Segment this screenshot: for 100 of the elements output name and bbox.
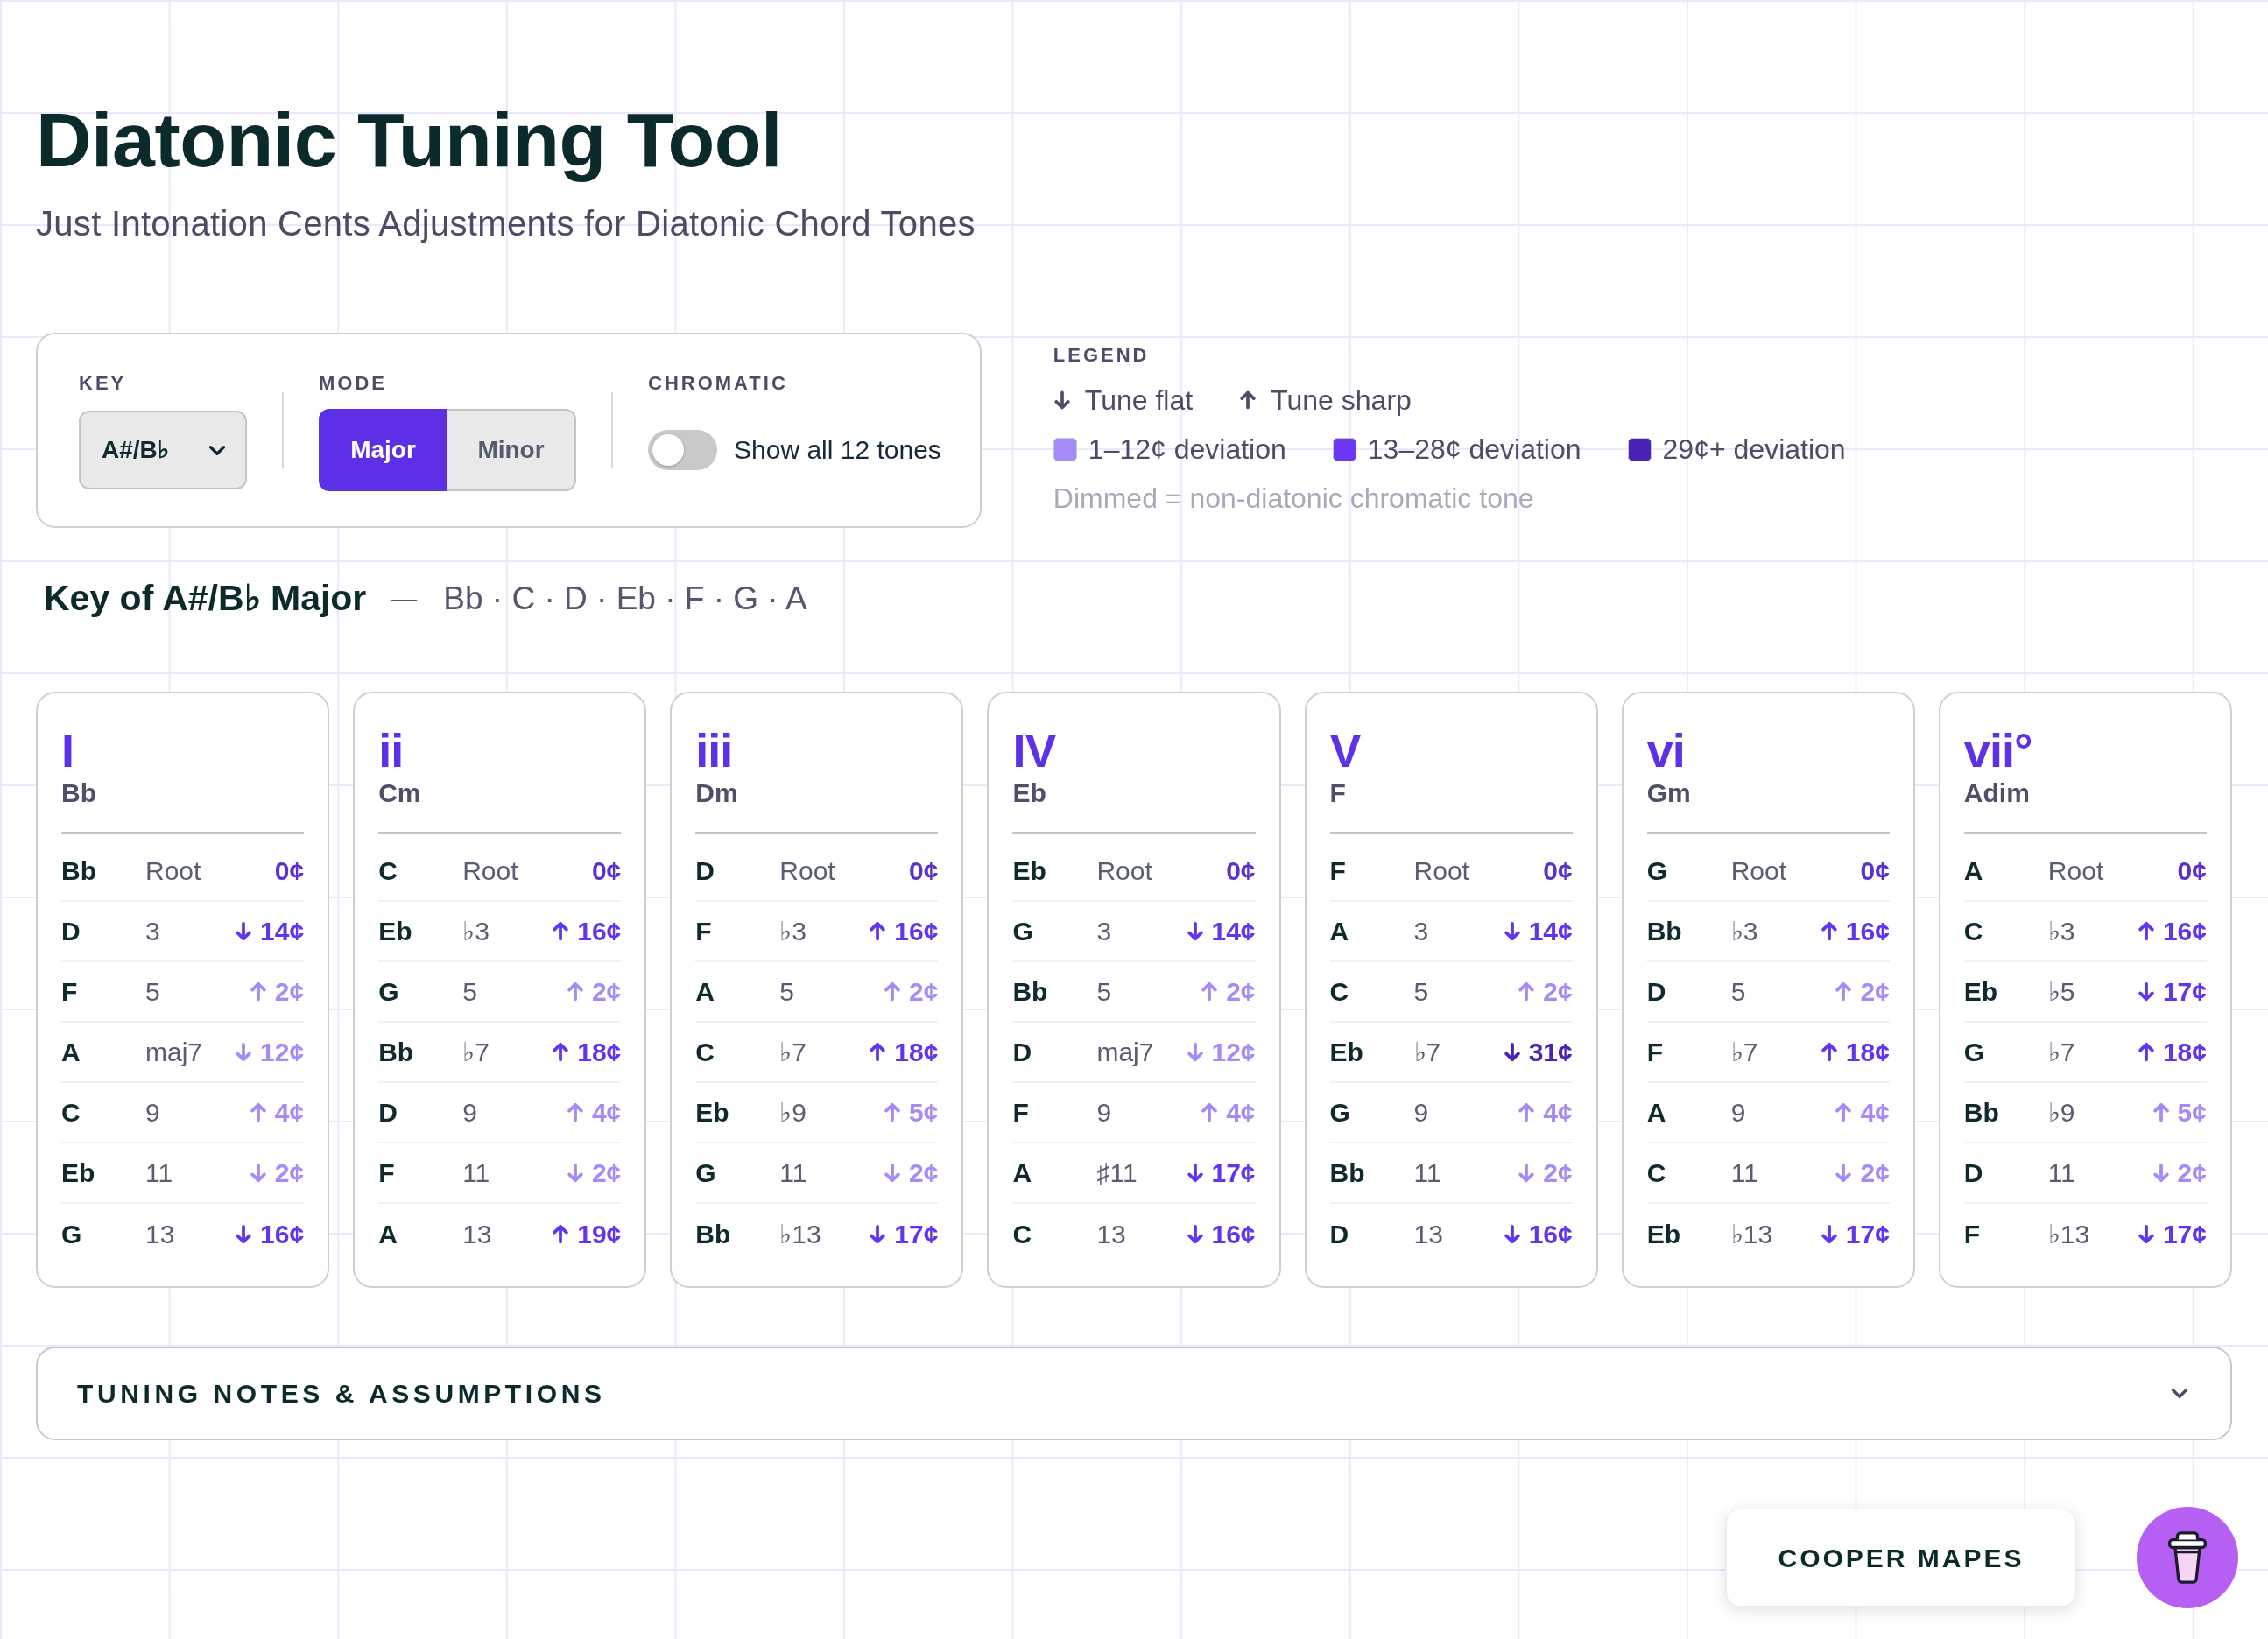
note-name: C	[1646, 1159, 1666, 1186]
chord-name: F	[1329, 780, 1346, 806]
mode-option[interactable]: Minor	[447, 409, 576, 491]
note-name: A	[378, 1220, 398, 1248]
chord-name: Cm	[378, 780, 421, 806]
interval-label: maj7	[145, 1038, 203, 1066]
notes-accordion[interactable]: TUNING NOTES & ASSUMPTIONS	[36, 1347, 2232, 1440]
cents-value: 5¢	[909, 1099, 939, 1126]
interval-label: 3	[145, 918, 160, 945]
cents-value: 2¢	[274, 978, 305, 1005]
scale-notes: Bb · C · D · Eb · F · G · A	[443, 582, 807, 615]
note-name: C	[1012, 1220, 1032, 1248]
interval-label: ♭7	[779, 1038, 806, 1066]
cents-value: 4¢	[1543, 1099, 1573, 1126]
note-name: Bb	[1646, 918, 1682, 945]
cup-icon	[2167, 1531, 2208, 1584]
mode-option[interactable]: Major	[319, 409, 447, 491]
interval-label: 11	[462, 1159, 490, 1186]
note-name: F	[1329, 857, 1346, 884]
note-name: F	[378, 1159, 395, 1186]
cents-value: 18¢	[577, 1038, 622, 1066]
interval-label: 9	[462, 1099, 477, 1126]
interval-label: Root	[145, 857, 201, 884]
interval-label: ♭3	[1730, 918, 1758, 945]
interval-label: ♭7	[2047, 1038, 2075, 1066]
roman-numeral: V	[1329, 727, 1361, 774]
chevron-down-icon	[2171, 1388, 2188, 1399]
cents-value: 31¢	[1528, 1038, 1573, 1066]
legend-title: LEGEND	[1053, 346, 1150, 365]
roman-numeral: IV	[1012, 727, 1056, 774]
note-name: D	[1646, 978, 1666, 1005]
roman-numeral: iii	[695, 727, 733, 774]
cents-value: 4¢	[591, 1099, 622, 1126]
note-name: D	[61, 918, 81, 945]
cents-value: 0¢	[591, 857, 622, 884]
key-label: KEY	[79, 374, 127, 393]
mode-label: MODE	[319, 374, 387, 393]
key-select[interactable]: A#/B♭	[79, 411, 247, 489]
interval-label: 13	[1096, 1220, 1126, 1248]
key-heading: Key of A#/B♭ Major	[44, 580, 367, 616]
legend-label: 13–28¢ deviation	[1367, 435, 1581, 463]
cents-value: 19¢	[577, 1220, 622, 1248]
note-name: Bb	[1963, 1099, 1999, 1126]
cents-value: 2¢	[1226, 978, 1256, 1005]
cents-value: 2¢	[591, 1159, 622, 1186]
interval-label: ♭7	[462, 1038, 490, 1066]
interval-label: ♭13	[779, 1220, 821, 1248]
interval-label: 13	[462, 1220, 492, 1248]
cents-value: 17¢	[894, 1220, 939, 1248]
interval-label: ♭3	[779, 918, 806, 945]
chord-name: Dm	[695, 780, 738, 806]
note-name: A	[695, 978, 715, 1005]
cents-value: 16¢	[2162, 918, 2207, 945]
cents-value: 2¢	[1860, 1159, 1890, 1186]
toggle-label: Show all 12 tones	[734, 437, 941, 463]
roman-numeral: vi	[1646, 727, 1685, 774]
note-name: F	[1012, 1099, 1029, 1126]
interval-label: Root	[1096, 857, 1152, 884]
cents-value: 14¢	[260, 918, 305, 945]
note-name: C	[61, 1099, 81, 1126]
note-name: G	[1329, 1099, 1350, 1126]
note-name: D	[1329, 1220, 1349, 1248]
cents-value: 0¢	[274, 857, 305, 884]
interval-label: Root	[2047, 857, 2104, 884]
cents-value: 2¢	[1860, 978, 1890, 1005]
interval-label: 5	[1413, 978, 1429, 1005]
note-name: Eb	[378, 918, 412, 945]
cents-value: 16¢	[577, 918, 622, 945]
interval-label: 9	[1413, 1099, 1429, 1126]
interval-label: 13	[1413, 1220, 1443, 1248]
cents-value: 18¢	[1845, 1038, 1890, 1066]
chord-name: Bb	[61, 780, 96, 806]
credit-link[interactable]: COOPER MAPES	[1726, 1509, 2076, 1607]
cents-value: 4¢	[1860, 1099, 1890, 1126]
note-name: G	[695, 1159, 716, 1186]
cents-value: 16¢	[1528, 1220, 1573, 1248]
note-name: C	[695, 1038, 715, 1066]
interval-label: 11	[1730, 1159, 1758, 1186]
cents-value: 5¢	[2177, 1099, 2207, 1126]
cents-value: 16¢	[1845, 918, 1890, 945]
roman-numeral: ii	[378, 727, 404, 774]
toggle-switch[interactable]	[648, 430, 717, 470]
cents-value: 2¢	[1543, 1159, 1573, 1186]
note-name: G	[1646, 857, 1668, 884]
note-name: Eb	[1963, 978, 1998, 1005]
note-name: C	[1329, 978, 1349, 1005]
cents-value: 12¢	[260, 1038, 305, 1066]
note-name: D	[1963, 1159, 1983, 1186]
cents-value: 16¢	[894, 918, 939, 945]
note-name: G	[1963, 1038, 1985, 1066]
cents-value: 18¢	[2162, 1038, 2207, 1066]
interval-label: 9	[1730, 1099, 1746, 1126]
legend-label: Tune flat	[1084, 386, 1194, 414]
interval-label: 11	[2047, 1159, 2075, 1186]
note-name: A	[61, 1038, 81, 1066]
chevron-down-icon	[208, 444, 226, 456]
interval-label: 9	[1096, 1099, 1112, 1126]
cents-value: 12¢	[1211, 1038, 1256, 1066]
interval-label: ♯11	[1096, 1159, 1138, 1186]
note-name: A	[1329, 918, 1349, 945]
